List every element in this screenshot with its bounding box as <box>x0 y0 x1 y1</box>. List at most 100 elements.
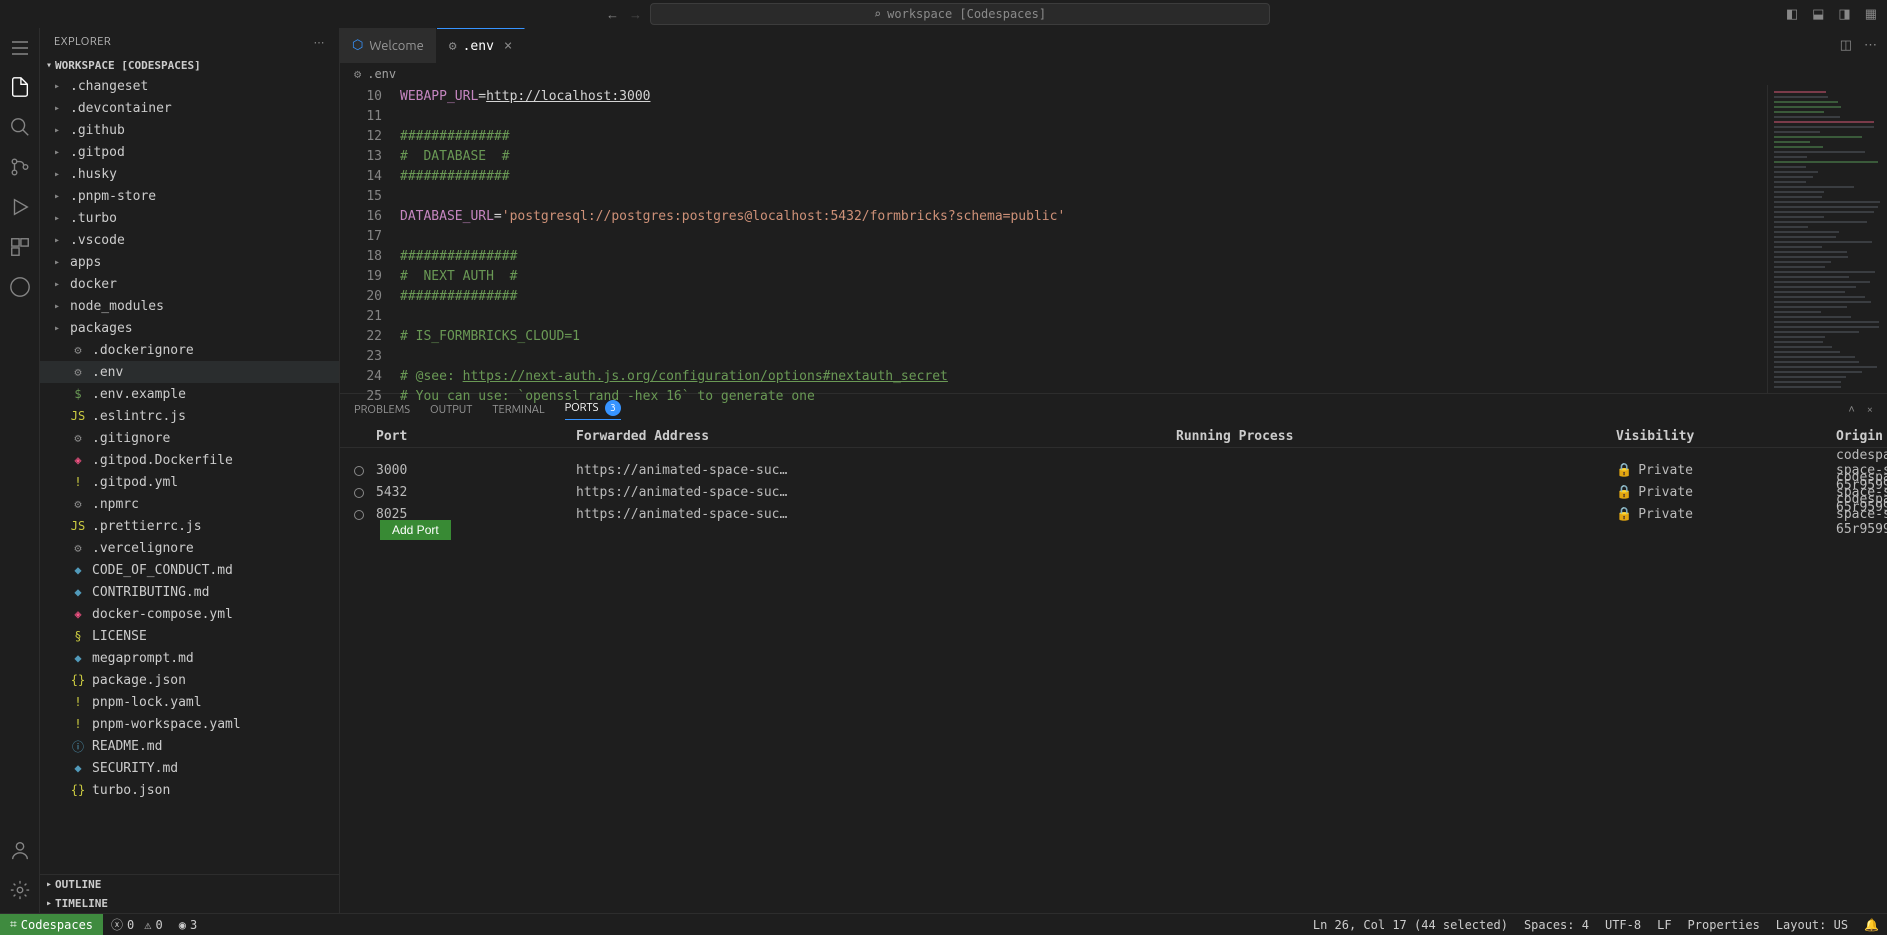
chevron-right-icon: ▸ <box>46 879 52 890</box>
gear-icon: ⚙ <box>70 541 86 555</box>
file-pnpm-workspace.yaml[interactable]: !pnpm-workspace.yaml <box>40 713 339 735</box>
folder-.gitpod[interactable]: ▸.gitpod <box>40 141 339 163</box>
workspace-section[interactable]: ▾ WORKSPACE [CODESPACES] <box>40 56 339 75</box>
port-row-3000[interactable]: 3000https://animated-space-suc…🔒Privatec… <box>340 448 1887 470</box>
breadcrumb-file: .env <box>367 67 396 81</box>
port-number: 5432 <box>376 485 576 500</box>
folder-.turbo[interactable]: ▸.turbo <box>40 207 339 229</box>
github-icon[interactable] <box>9 276 31 298</box>
language-item[interactable]: Properties <box>1680 918 1768 932</box>
col-visibility: Visibility <box>1616 429 1836 444</box>
file-.eslintrc.js[interactable]: JS.eslintrc.js <box>40 405 339 427</box>
file-.gitignore[interactable]: ⚙.gitignore <box>40 427 339 449</box>
file-label: .prettierrc.js <box>92 519 202 534</box>
port-forwarded[interactable]: https://animated-space-suc… <box>576 463 1176 478</box>
file-.gitpod.yml[interactable]: !.gitpod.yml <box>40 471 339 493</box>
errors-item[interactable]: ⓧ 0 ⚠ 0 <box>103 914 171 935</box>
sec-icon: § <box>70 629 86 643</box>
file-.gitpod.Dockerfile[interactable]: ◈.gitpod.Dockerfile <box>40 449 339 471</box>
folder-.husky[interactable]: ▸.husky <box>40 163 339 185</box>
nav-back-icon[interactable]: ← <box>606 7 619 22</box>
ports-item[interactable]: ◉ 3 <box>171 914 205 935</box>
code-content[interactable]: WEBAPP_URL=http://localhost:3000 #######… <box>400 85 1767 393</box>
breadcrumb[interactable]: ⚙ .env <box>340 63 1887 85</box>
explorer-more-icon[interactable]: ⋯ <box>314 36 326 49</box>
add-port-button[interactable]: Add Port <box>380 520 451 540</box>
port-number: 3000 <box>376 463 576 478</box>
file-.dockerignore[interactable]: ⚙.dockerignore <box>40 339 339 361</box>
file-turbo.json[interactable]: {}turbo.json <box>40 779 339 801</box>
layout-item[interactable]: Layout: US <box>1768 918 1856 932</box>
port-forwarded[interactable]: https://animated-space-suc… <box>576 507 1176 522</box>
layout-panel-icon[interactable]: ⬓ <box>1810 5 1826 24</box>
more-icon[interactable]: ⋯ <box>1864 38 1877 53</box>
source-control-icon[interactable] <box>9 156 31 178</box>
chevron-down-icon: ▾ <box>46 60 52 71</box>
layout-sidebar-right-icon[interactable]: ◨ <box>1836 5 1852 24</box>
close-panel-icon[interactable]: × <box>1867 404 1873 416</box>
folder-.devcontainer[interactable]: ▸.devcontainer <box>40 97 339 119</box>
remote-indicator[interactable]: ⌗ Codespaces <box>0 914 103 935</box>
file-.vercelignore[interactable]: ⚙.vercelignore <box>40 537 339 559</box>
editor-body[interactable]: 10111213141516171819202122232425 WEBAPP_… <box>340 85 1887 393</box>
file-SECURITY.md[interactable]: ◆SECURITY.md <box>40 757 339 779</box>
customize-layout-icon[interactable]: ▦ <box>1863 5 1879 24</box>
file-.npmrc[interactable]: ⚙.npmrc <box>40 493 339 515</box>
folder-packages[interactable]: ▸ packages <box>40 317 339 339</box>
minimap[interactable] <box>1767 85 1887 393</box>
search-icon[interactable] <box>9 116 31 138</box>
close-icon[interactable]: × <box>504 38 512 54</box>
file-.prettierrc.js[interactable]: JS.prettierrc.js <box>40 515 339 537</box>
folder-apps[interactable]: ▸apps <box>40 251 339 273</box>
file-CONTRIBUTING.md[interactable]: ◆CONTRIBUTING.md <box>40 581 339 603</box>
tab-welcome[interactable]: ⬡ Welcome <box>340 28 437 63</box>
file-label: .dockerignore <box>92 343 194 358</box>
workspace-label: WORKSPACE [CODESPACES] <box>55 59 201 72</box>
chevron-right-icon: ▸ <box>54 279 64 290</box>
notifications-icon[interactable]: 🔔 <box>1856 918 1887 932</box>
folder-.changeset[interactable]: ▸.changeset <box>40 75 339 97</box>
menu-icon[interactable] <box>10 38 30 58</box>
cursor-position[interactable]: Ln 26, Col 17 (44 selected) <box>1305 918 1516 932</box>
timeline-section[interactable]: ▸ TIMELINE <box>40 894 339 913</box>
file-README.md[interactable]: ⓘREADME.md <box>40 735 339 757</box>
folder-docker[interactable]: ▸docker <box>40 273 339 295</box>
file-.env.example[interactable]: $.env.example <box>40 383 339 405</box>
file-CODE_OF_CONDUCT.md[interactable]: ◆CODE_OF_CONDUCT.md <box>40 559 339 581</box>
outline-section[interactable]: ▸ OUTLINE <box>40 875 339 894</box>
file-package.json[interactable]: {}package.json <box>40 669 339 691</box>
folder-label: packages <box>70 321 133 336</box>
eol-item[interactable]: LF <box>1649 918 1679 932</box>
extensions-icon[interactable] <box>9 236 31 258</box>
folder-.github[interactable]: ▸.github <box>40 119 339 141</box>
file-.env[interactable]: ⚙.env <box>40 361 339 383</box>
bang-icon: ! <box>70 475 86 489</box>
tab-env[interactable]: ⚙ .env × <box>437 28 526 63</box>
run-debug-icon[interactable] <box>9 196 31 218</box>
md-icon: ◆ <box>70 563 86 577</box>
file-LICENSE[interactable]: §LICENSE <box>40 625 339 647</box>
file-pnpm-lock.yaml[interactable]: !pnpm-lock.yaml <box>40 691 339 713</box>
nav-forward-icon[interactable]: → <box>629 7 642 22</box>
accounts-icon[interactable] <box>9 839 31 861</box>
folder-.vscode[interactable]: ▸.vscode <box>40 229 339 251</box>
settings-gear-icon[interactable] <box>9 879 31 901</box>
file-megaprompt.md[interactable]: ◆megaprompt.md <box>40 647 339 669</box>
file-tree[interactable]: ▸.changeset▸.devcontainer▸.github▸.gitpo… <box>40 75 339 874</box>
split-editor-icon[interactable]: ◫ <box>1840 38 1852 53</box>
command-center[interactable]: ⌕ workspace [Codespaces] <box>650 3 1270 25</box>
explorer-icon[interactable] <box>9 76 31 98</box>
maximize-panel-icon[interactable]: ˄ <box>1848 404 1854 416</box>
file-docker-compose.yml[interactable]: ◈docker-compose.yml <box>40 603 339 625</box>
chevron-right-icon: ▸ <box>54 323 64 334</box>
folder-node_modules[interactable]: ▸node_modules <box>40 295 339 317</box>
port-forwarded[interactable]: https://animated-space-suc… <box>576 485 1176 500</box>
folder-label: .vscode <box>70 233 125 248</box>
layout-sidebar-left-icon[interactable]: ◧ <box>1784 5 1800 24</box>
encoding-item[interactable]: UTF-8 <box>1597 918 1649 932</box>
docker-icon: ◈ <box>70 607 86 621</box>
file-label: CONTRIBUTING.md <box>92 585 209 600</box>
chevron-right-icon: ▸ <box>54 103 64 114</box>
indent-item[interactable]: Spaces: 4 <box>1516 918 1597 932</box>
folder-.pnpm-store[interactable]: ▸.pnpm-store <box>40 185 339 207</box>
